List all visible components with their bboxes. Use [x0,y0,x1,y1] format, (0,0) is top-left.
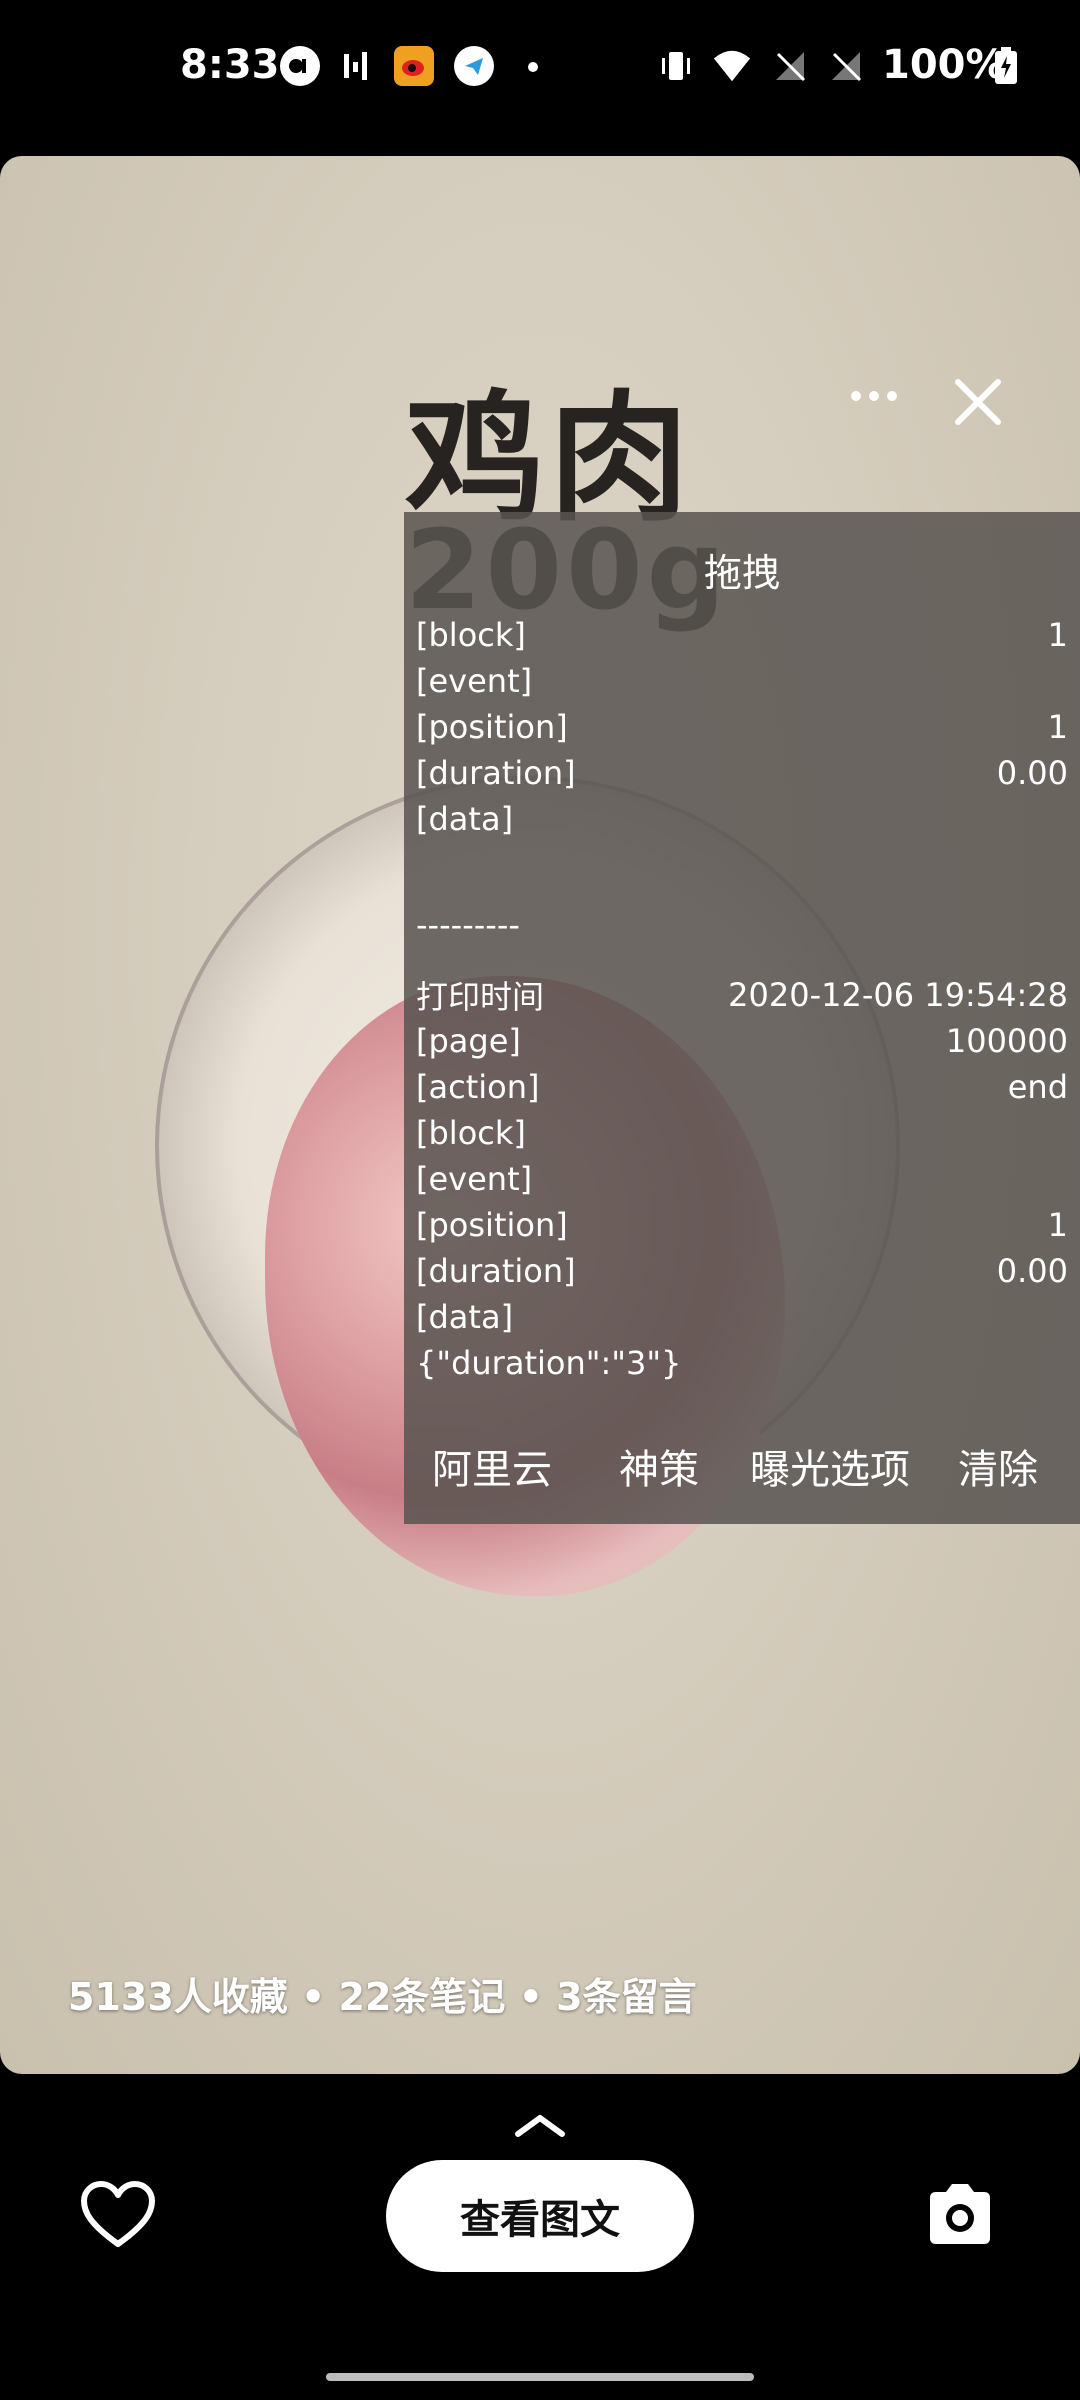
notification-dot [528,62,538,72]
log-row: [page] 100000 [416,1022,1068,1060]
log-row [416,842,1068,888]
telegram-icon [454,46,494,86]
drag-handle-label[interactable]: 拖拽 [704,542,780,597]
camera-icon[interactable] [924,2180,996,2248]
close-icon[interactable] [950,374,1006,430]
shence-button[interactable]: 神策 [619,1437,699,1495]
heart-icon[interactable] [80,2180,156,2250]
log-row: [data] [416,1298,514,1336]
log-separator: --------- [416,906,520,944]
signal-off-icon-2 [826,46,866,86]
log-row: [event] [416,1160,533,1198]
log-row: [position] 1 [416,708,1068,746]
overlay-button-bar: 阿里云 神策 曝光选项 清除 [404,1437,1080,1497]
vibrate-icon [656,46,696,86]
log-row: [action] end [416,1068,1068,1106]
more-options-icon[interactable] [850,384,898,408]
status-bar: 8:33 100% [0,0,1080,140]
view-article-button[interactable]: 查看图文 [386,2160,694,2272]
log-row: [position] 1 [416,1206,1068,1244]
log-row: [event] [416,662,533,700]
aliyun-button[interactable]: 阿里云 [432,1437,552,1495]
audio-wave-icon [338,46,378,86]
exposure-options-button[interactable]: 曝光选项 [750,1437,910,1495]
log-row: 打印时间 2020-12-06 19:54:28 [416,976,1068,1016]
home-indicator[interactable] [326,2373,754,2381]
log-row: [data] [416,800,514,838]
status-time: 8:33 [180,42,280,88]
weibo-icon [394,46,434,86]
wifi-icon [712,46,752,86]
log-row: {"duration":"3"} [416,1344,682,1382]
app-notification-icon [280,46,320,86]
chevron-up-icon[interactable] [512,2112,568,2138]
battery-charging-icon [986,46,1026,86]
log-row: [duration] 0.00 [416,754,1068,792]
clear-button[interactable]: 清除 [958,1437,1038,1495]
log-row: [block] 1 [416,616,1068,654]
log-row: [duration] 0.00 [416,1252,1068,1290]
debug-log-overlay[interactable]: 拖拽 [block] 1 [event] [position] 1 [duratio… [404,512,1080,1524]
log-row: [block] [416,1114,526,1152]
engagement-stats: 5133人收藏 • 22条笔记 • 3条留言 [68,1975,697,2019]
signal-off-icon [770,46,810,86]
